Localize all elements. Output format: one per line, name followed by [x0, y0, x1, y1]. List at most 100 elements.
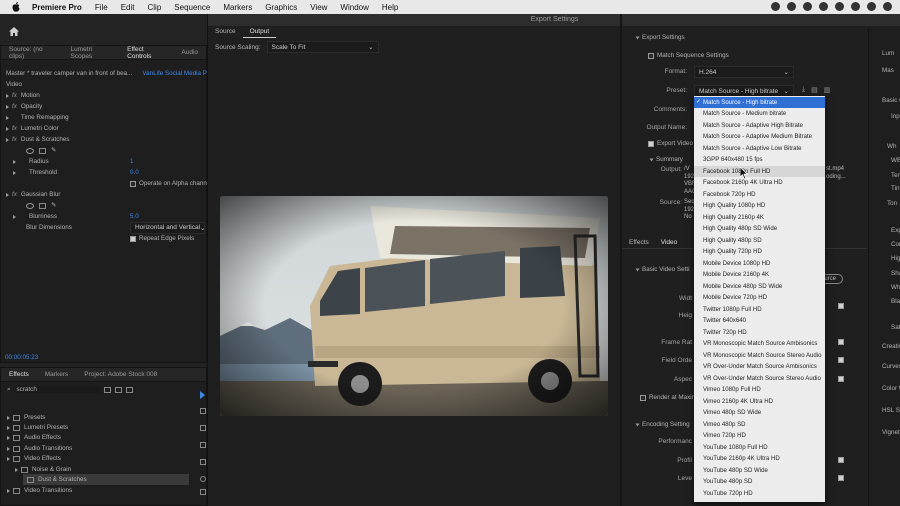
tab-effects[interactable]: Effects	[9, 371, 29, 378]
preset-option[interactable]: High Quality 480p SD	[694, 235, 825, 247]
tab-audio[interactable]: Audio	[181, 49, 198, 56]
preset-option[interactable]: High Quality 720p HD	[694, 246, 825, 258]
preset-option[interactable]: Match Source - Adaptive Low Bitrate	[694, 143, 825, 155]
preset-option[interactable]: 3GPP 640x480 15 fps	[694, 154, 825, 166]
rectangle-mask-icon[interactable]	[39, 202, 46, 209]
ripple-tool-icon[interactable]	[200, 425, 206, 431]
fx-icon[interactable]: fx	[12, 125, 17, 132]
menu-help[interactable]: Help	[382, 3, 398, 12]
aspect-checkbox[interactable]	[838, 376, 844, 382]
tree-audio-effects[interactable]: Audio Effects	[7, 432, 61, 443]
preset-option[interactable]: YouTube 1080p Full HD	[694, 442, 825, 454]
expand-icon[interactable]	[13, 214, 16, 219]
effect-dust-scratches[interactable]: fx Dust & Scratches	[6, 134, 70, 145]
menu-markers[interactable]: Markers	[223, 3, 252, 12]
preset-option[interactable]: Mobile Device 480p SD Wide	[694, 281, 825, 293]
expand-icon[interactable]	[13, 170, 16, 175]
level-checkbox[interactable]	[838, 475, 844, 481]
status-icon-2[interactable]	[787, 2, 796, 11]
frame-rate-checkbox[interactable]	[838, 339, 844, 345]
tab-effect-controls[interactable]: Effect Controls	[127, 46, 165, 60]
preset-option[interactable]: Mobile Device 720p HD	[694, 292, 825, 304]
field-order-checkbox[interactable]	[838, 357, 844, 363]
effect-time-remapping[interactable]: fxTime Remapping	[6, 112, 69, 123]
menu-edit[interactable]: Edit	[121, 3, 135, 12]
fx-icon[interactable]: fx	[12, 103, 17, 110]
format-select[interactable]: H.264 ⌄	[694, 66, 794, 78]
effect-opacity[interactable]: fx Opacity	[6, 101, 42, 112]
export-video-checkbox[interactable]	[648, 140, 654, 147]
menu-view[interactable]: View	[310, 3, 327, 12]
preset-option[interactable]: Twitter 720p HD	[694, 327, 825, 339]
expand-icon[interactable]	[6, 126, 9, 131]
render-max-checkbox[interactable]	[640, 394, 646, 401]
tab-project[interactable]: Project: Adobe Stock 008	[84, 371, 157, 378]
expand-icon[interactable]	[6, 115, 9, 120]
32bit-effects-icon[interactable]	[114, 386, 122, 393]
slip-tool-icon[interactable]	[200, 459, 206, 465]
preset-option[interactable]: ✓ Match Source - High bitrate	[694, 96, 825, 108]
tab-source[interactable]: Source	[208, 28, 243, 38]
match-sequence-checkbox[interactable]	[648, 52, 654, 59]
expand-icon[interactable]	[6, 192, 9, 197]
timecode[interactable]: 00:00:05:23	[5, 352, 38, 363]
expand-icon[interactable]	[635, 268, 640, 271]
preset-option[interactable]: Twitter 1080p Full HD	[694, 304, 825, 316]
blurriness-value[interactable]: 5.0	[130, 213, 139, 220]
menu-graphics[interactable]: Graphics	[265, 3, 297, 12]
tab-video[interactable]: Video	[661, 239, 678, 246]
menu-file[interactable]: File	[95, 3, 108, 12]
fx-icon[interactable]: fx	[12, 136, 17, 143]
fx-icon[interactable]: fx	[12, 191, 17, 198]
preset-option[interactable]: Vimeo 720p HD	[694, 430, 825, 442]
menu-clip[interactable]: Clip	[148, 3, 162, 12]
effect-lumetri-color[interactable]: fx Lumetri Color	[6, 123, 59, 134]
tab-source[interactable]: Source: (no clips)	[9, 46, 55, 60]
delete-preset-icon[interactable]: ▥	[824, 86, 831, 94]
status-icon-3[interactable]	[803, 2, 812, 11]
preset-option[interactable]: VR Monoscopic Match Source Stereo Audio	[694, 350, 825, 362]
tab-lumetri-scopes[interactable]: Lumetri Scopes	[71, 46, 112, 60]
status-icon-4[interactable]	[819, 2, 828, 11]
preset-option[interactable]: YouTube 720p HD	[694, 488, 825, 500]
status-icon-5[interactable]	[835, 2, 844, 11]
preset-option[interactable]: High Quality 2160p 4K	[694, 212, 825, 224]
razor-tool-icon[interactable]	[200, 442, 206, 448]
expand-icon[interactable]	[6, 104, 9, 109]
tab-output[interactable]: Output	[242, 28, 277, 38]
width-match-checkbox[interactable]	[838, 303, 844, 309]
radius-value[interactable]: 1	[130, 158, 134, 165]
preset-option[interactable]: Vimeo 480p SD Wide	[694, 407, 825, 419]
preset-option[interactable]: Facebook 2160p 4K Ultra HD	[694, 177, 825, 189]
preset-option[interactable]: Facebook 1080p Full HD	[694, 165, 825, 177]
profile-checkbox[interactable]	[838, 457, 844, 463]
alpha-checkbox[interactable]	[130, 180, 136, 187]
tree-dust-scratches[interactable]: Dust & Scratches	[23, 474, 189, 485]
preset-option[interactable]: Match Source - Adaptive Medium Bitrate	[694, 131, 825, 143]
rectangle-mask-icon[interactable]	[39, 147, 46, 154]
preset-option[interactable]: VR Over-Under Match Source Ambisonics	[694, 361, 825, 373]
preset-option[interactable]: YouTube 480p SD	[694, 476, 825, 488]
preset-option[interactable]: Match Source - Medium bitrate	[694, 108, 825, 120]
blur-dimensions-select[interactable]: Horizontal and Vertical ⌄	[130, 221, 206, 234]
expand-icon[interactable]	[635, 423, 640, 426]
preset-option[interactable]: YouTube 2160p 4K Ultra HD	[694, 453, 825, 465]
home-icon[interactable]	[9, 27, 19, 38]
effect-motion[interactable]: fx Motion	[6, 90, 40, 101]
expand-icon[interactable]	[6, 137, 9, 142]
status-icon-6[interactable]	[851, 2, 860, 11]
ellipse-mask-icon[interactable]	[26, 202, 34, 209]
tree-video-transitions[interactable]: Video Transitions	[7, 485, 72, 496]
preset-option[interactable]: YouTube 480p SD Wide	[694, 465, 825, 477]
preset-option[interactable]: High Quality 1080p HD	[694, 200, 825, 212]
preset-option[interactable]: Match Source - Adaptive High Bitrate	[694, 120, 825, 132]
preset-option[interactable]: VR Monoscopic Match Source Ambisonics	[694, 338, 825, 350]
expand-icon[interactable]	[7, 415, 10, 420]
preset-option[interactable]: Mobile Device 2160p 4K	[694, 269, 825, 281]
import-preset-icon[interactable]: ▤	[811, 86, 818, 94]
menu-premiere-pro[interactable]: Premiere Pro	[32, 3, 82, 12]
expand-icon[interactable]	[7, 425, 10, 430]
tab-effects[interactable]: Effects	[629, 239, 649, 246]
preset-option[interactable]: Vimeo 1080p Full HD	[694, 384, 825, 396]
master-clip-label[interactable]: Master * traveler camper van in front of…	[6, 70, 132, 77]
